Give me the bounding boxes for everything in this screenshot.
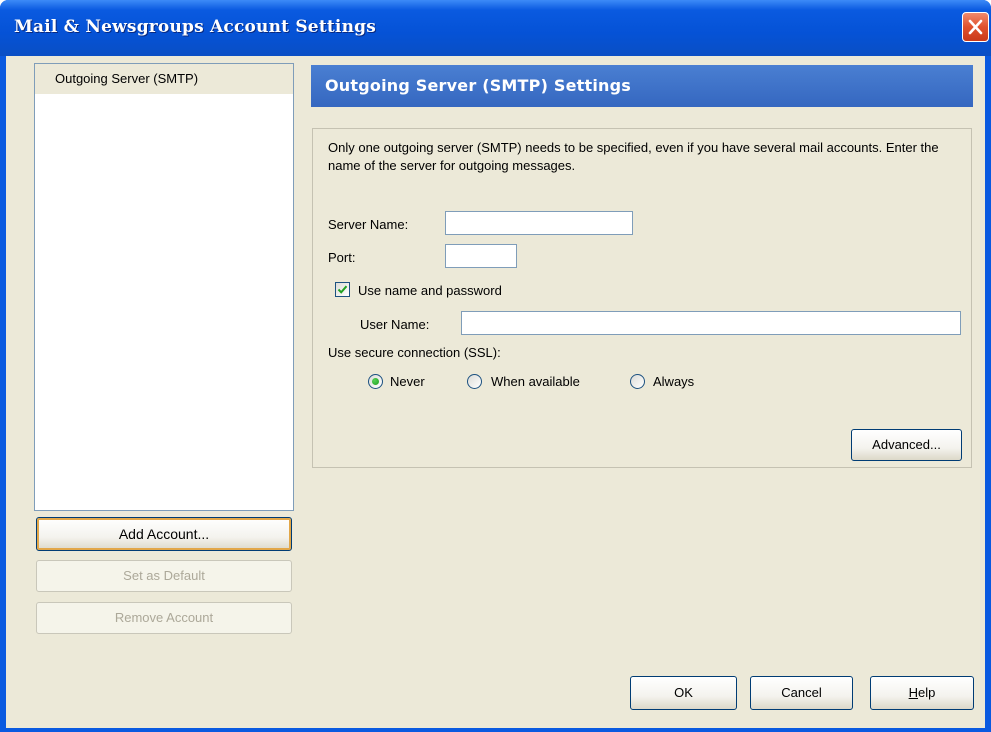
account-list[interactable]: Outgoing Server (SMTP) <box>34 63 294 511</box>
smtp-settings-panel: Only one outgoing server (SMTP) needs to… <box>312 128 972 468</box>
panel-title: Outgoing Server (SMTP) Settings <box>325 76 631 95</box>
radio-selected-dot <box>372 378 379 385</box>
ssl-never-radio[interactable] <box>368 374 383 389</box>
close-x-icon <box>968 19 983 35</box>
ssl-always-radio[interactable] <box>630 374 645 389</box>
port-label: Port: <box>328 250 356 265</box>
use-name-password-checkbox[interactable] <box>335 282 350 297</box>
advanced-button[interactable]: Advanced... <box>851 429 962 461</box>
ok-button[interactable]: OK <box>630 676 737 710</box>
use-name-password-label[interactable]: Use name and password <box>358 283 502 298</box>
dialog-window: Mail & Newsgroups Account Settings Outgo… <box>0 0 991 732</box>
ssl-never-label[interactable]: Never <box>390 374 425 389</box>
user-name-input[interactable] <box>461 311 961 335</box>
add-account-button[interactable]: Add Account... <box>36 517 292 551</box>
close-button[interactable] <box>962 12 989 42</box>
set-as-default-button[interactable]: Set as Default <box>36 560 292 592</box>
window-title: Mail & Newsgroups Account Settings <box>14 17 377 37</box>
port-input[interactable] <box>445 244 517 268</box>
dialog-client-area: Outgoing Server (SMTP) Add Account... Se… <box>6 56 985 728</box>
panel-header: Outgoing Server (SMTP) Settings <box>311 65 973 107</box>
user-name-label: User Name: <box>360 317 430 332</box>
panel-description: Only one outgoing server (SMTP) needs to… <box>328 140 939 173</box>
server-name-label: Server Name: <box>328 217 409 232</box>
ssl-when-available-label[interactable]: When available <box>491 374 580 389</box>
ssl-always-label[interactable]: Always <box>653 374 694 389</box>
cancel-button[interactable]: Cancel <box>750 676 853 710</box>
ssl-when-available-radio[interactable] <box>467 374 482 389</box>
checkmark-icon <box>337 285 348 294</box>
server-name-input[interactable] <box>445 211 633 235</box>
account-item-outgoing-server[interactable]: Outgoing Server (SMTP) <box>35 64 293 94</box>
remove-account-button[interactable]: Remove Account <box>36 602 292 634</box>
help-button[interactable]: Help <box>870 676 974 710</box>
ssl-label: Use secure connection (SSL): <box>328 345 501 360</box>
title-bar[interactable]: Mail & Newsgroups Account Settings <box>0 0 991 56</box>
